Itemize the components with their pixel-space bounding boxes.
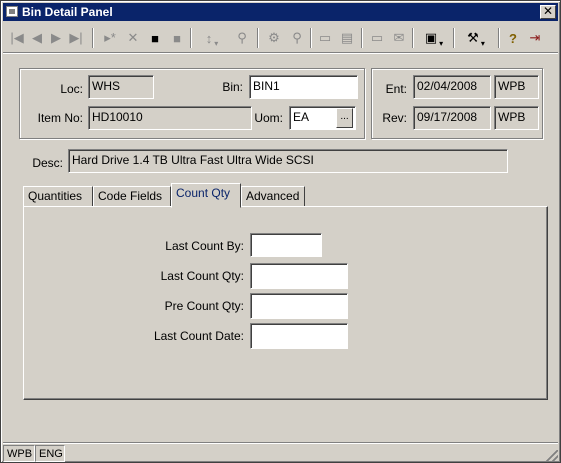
pre-count-qty-field[interactable] [250,293,348,319]
toolbar-separator [361,28,363,48]
last-count-by-field[interactable] [250,233,322,257]
desc-label: Desc: [32,156,63,170]
rev-label: Rev: [382,111,407,125]
tab-count-qty[interactable]: Count Qty [171,183,241,208]
item-no-label: Item No: [37,111,83,125]
save-icon[interactable]: ■ [146,27,164,49]
sort-icon[interactable]: ↕ ▾ [197,27,227,49]
uom-label: Uom: [254,111,283,125]
chevron-down-icon: ▾ [480,38,485,48]
tab-code-fields[interactable]: Code Fields [93,186,171,207]
previous-record-icon[interactable]: ◀ [30,27,44,49]
last-count-qty-field[interactable] [250,263,348,289]
print-preview-icon-glyph: ▣ [424,30,438,45]
window-title: Bin Detail Panel [22,5,113,19]
description-field[interactable]: Hard Drive 1.4 TB Ultra Fast Ultra Wide … [68,149,508,173]
sort-icon-glyph: ↕ [205,30,213,46]
tab-advanced[interactable]: Advanced [241,186,305,207]
app-icon [6,6,18,17]
status-bar: WPB ENG [3,442,558,462]
next-record-icon[interactable]: ▶ [49,27,63,49]
toolbar-separator [257,28,259,48]
toolbar-separator [190,28,192,48]
print-preview-icon[interactable]: ▣ ▾ [419,27,449,49]
loc-field[interactable]: WHS [88,75,154,99]
mail-icon[interactable]: ✉ [390,27,408,49]
first-record-icon[interactable]: |◀ [9,27,25,49]
last-count-qty-label: Last Count Qty: [160,269,244,283]
help-icon[interactable]: ? [505,27,521,49]
bin-label: Bin: [222,80,243,94]
last-count-date-field[interactable] [250,323,348,349]
form-view-icon[interactable]: ▭ [316,27,334,49]
toolbar-separator [310,28,312,48]
toolbar: |◀ ◀ ▶ ▶| ▸* ✕ ■ ■ ↕ ▾ ⚲ ⚙ ⚲ ▭ ▤ ▭ ✉ ▣ ▾ ⚒… [3,23,558,53]
new-record-icon[interactable]: ▸* [100,27,120,49]
title-bar[interactable]: Bin Detail Panel ✕ [3,3,558,21]
toolbar-separator [412,28,414,48]
rev-user-field: WPB [494,106,539,130]
toolbar-separator [498,28,500,48]
tools-icon[interactable]: ⚒ ▾ [459,27,493,49]
cancel-icon[interactable]: ■ [168,27,186,49]
filter-icon[interactable]: ⚙ [264,27,284,49]
last-count-by-label: Last Count By: [165,239,244,253]
binoculars-find-icon[interactable]: ⚲ [232,27,252,49]
rev-date-field: 09/17/2008 [413,106,491,130]
resize-grip-icon[interactable] [546,450,558,462]
chevron-down-icon: ▾ [214,38,219,48]
last-record-icon[interactable]: ▶| [68,27,84,49]
delete-record-icon[interactable]: ✕ [124,27,142,49]
toolbar-separator [453,28,455,48]
document-icon[interactable]: ▤ [338,27,356,49]
tools-icon-glyph: ⚒ [467,30,479,45]
chevron-down-icon: ▾ [439,38,444,48]
close-button[interactable]: ✕ [540,5,556,19]
print-icon[interactable]: ▭ [368,27,386,49]
count-qty-panel: Last Count By: Last Count Qty: Pre Count… [23,206,548,400]
pre-count-qty-label: Pre Count Qty: [164,299,244,313]
ent-label: Ent: [385,82,407,96]
uom-lookup-button[interactable]: ... [336,108,353,128]
status-language: ENG [35,445,65,462]
bin-detail-window: Bin Detail Panel ✕ |◀ ◀ ▶ ▶| ▸* ✕ ■ ■ ↕ ▾… [0,0,561,463]
toolbar-separator [92,28,94,48]
tab-quantities[interactable]: Quantities [23,186,93,207]
item-no-field[interactable]: HD10010 [88,106,252,130]
ent-date-field: 02/04/2008 [413,75,491,99]
loc-label: Loc: [60,82,83,96]
zoom-icon[interactable]: ⚲ [288,27,306,49]
last-count-date-label: Last Count Date: [153,329,244,343]
exit-icon[interactable]: ⇥ [525,27,545,49]
status-user: WPB [3,445,35,462]
bin-field[interactable]: BIN1 [249,75,358,99]
ent-user-field: WPB [494,75,539,99]
